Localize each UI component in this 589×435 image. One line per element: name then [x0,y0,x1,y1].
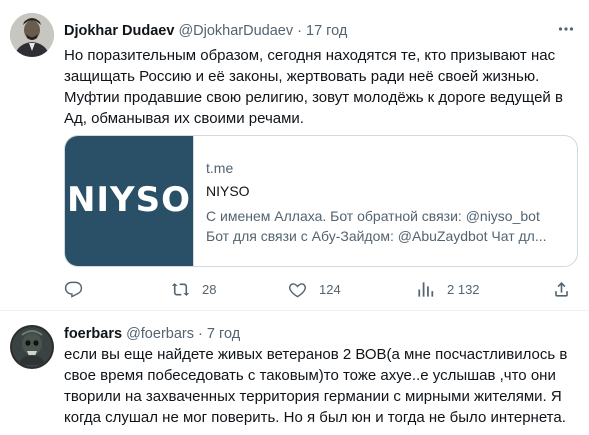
share-button[interactable] [552,278,583,300]
tweet-text-line: защищать Россию и её законы, жертвовать … [64,68,540,85]
card-title: NIYSO [206,183,250,199]
tweet-time[interactable]: 17 год [306,23,347,39]
card-image: NIYSO [65,136,194,266]
tweet-text-line: творили на захваченных территория герман… [64,388,562,405]
author-name[interactable]: Djokhar Dudaev [64,23,174,39]
tweet-header: Djokhar Dudaev @DjokharDudaev · 17 год [64,23,347,39]
reply-button[interactable] [64,278,95,300]
retweet-count: 28 [202,281,217,297]
reply-icon [64,281,83,298]
author-handle[interactable]: @foerbars [126,326,194,342]
tweet-text-line: когда слушал не мог поверить. Но я был ю… [64,409,566,426]
card-description-line: Бот для связи с Абу-Зайдом: @AbuZaydbot … [206,228,547,244]
tweet[interactable]: foerbars @foerbars · 7 год если вы еще н… [0,311,589,435]
tweet-text: Но поразительным образом, сегодня находя… [64,45,579,129]
views-button[interactable]: 2 132 [416,278,480,300]
link-card[interactable]: NIYSO t.me NIYSO С именем Аллаха. Бот об… [64,135,578,267]
tweet-text: если вы еще найдете живых ветеранов 2 ВО… [64,344,586,428]
tweet-time[interactable]: 7 год [207,326,240,342]
card-body: t.me NIYSO С именем Аллаха. Бот обратной… [206,158,566,246]
retweet-button[interactable]: 28 [171,278,216,300]
tweet-text-line: свое время побеседовать с таковым)то тож… [64,367,556,384]
views-count: 2 132 [447,281,480,297]
tweet-text-line: Муфтии продавшие свою религию, зовут мол… [64,89,563,106]
views-icon [418,281,434,297]
separator-dot: · [297,23,302,39]
more-icon[interactable] [557,20,575,38]
like-count: 124 [319,281,341,297]
author-name[interactable]: foerbars [64,326,122,342]
tweet[interactable]: Djokhar Dudaev @DjokharDudaev · 17 год Н… [0,0,589,311]
separator-dot: · [198,326,203,342]
card-domain: t.me [206,160,234,176]
avatar[interactable] [10,13,54,57]
like-button[interactable]: 124 [288,278,341,300]
card-logo: NIYSO [66,180,192,220]
action-bar: 28 124 2 132 [64,278,579,300]
avatar[interactable] [10,325,54,369]
tweet-header: foerbars @foerbars · 7 год [64,326,240,342]
share-icon [555,281,568,297]
tweet-text-line: если вы еще найдете живых ветеранов 2 ВО… [64,346,568,363]
author-handle[interactable]: @DjokharDudaev [178,23,293,39]
tweet-text-line: Но поразительным образом, сегодня находя… [64,47,556,64]
tweet-text-line: Ад, обманывая их своими речами. [64,110,304,127]
card-description-line: С именем Аллаха. Бот обратной связи: @ni… [206,208,540,224]
heart-icon [289,282,306,297]
retweet-icon [171,282,190,296]
